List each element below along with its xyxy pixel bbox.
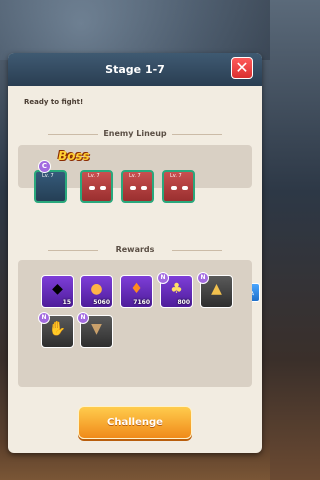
boss-label: Boss <box>58 149 90 163</box>
reward-qty: 5060 <box>93 299 110 306</box>
enemy-slot[interactable]: Lv. 7 <box>121 170 154 203</box>
enemy-level: Lv. 7 <box>42 173 54 179</box>
reward-item[interactable]: ◆ 15 <box>41 275 74 308</box>
reward-qty: 800 <box>177 299 190 306</box>
enemy-eye-icon <box>141 186 147 190</box>
potion-icon: ♣ <box>170 281 183 297</box>
enemy-eye-icon <box>89 186 95 190</box>
stage-modal: Stage 1-7 ✕ Ready to fight! Enemy Lineup… <box>8 53 262 453</box>
close-button[interactable]: ✕ <box>231 57 253 79</box>
enemy-level: Lv. 7 <box>170 173 182 179</box>
gauntlet-icon: ✋ <box>48 321 67 337</box>
reward-item[interactable]: ● 5060 <box>80 275 113 308</box>
enemy-slot[interactable]: Lv. 7 <box>162 170 195 203</box>
boss-class-badge: C <box>38 160 51 173</box>
enemy-eye-icon <box>171 186 177 190</box>
enemy-slot[interactable]: Lv. 7 <box>80 170 113 203</box>
reward-qty: 7160 <box>133 299 150 306</box>
map-icon: ▲ <box>211 281 222 297</box>
challenge-button[interactable]: Challenge <box>78 406 192 439</box>
crystal-icon: ◆ <box>52 281 63 297</box>
coin-icon: ● <box>90 281 103 297</box>
enemy-slot-boss[interactable]: Lv. 7 <box>34 170 67 203</box>
enemy-eye-icon <box>182 186 188 190</box>
enemy-eye-icon <box>100 186 106 190</box>
reward-qty: 15 <box>62 299 71 306</box>
status-text: Ready to fight! <box>24 98 84 106</box>
close-icon: ✕ <box>235 58 249 77</box>
background-top <box>0 0 270 60</box>
enemy-level: Lv. 7 <box>88 173 100 179</box>
reward-item[interactable]: N ▲ <box>197 272 233 308</box>
reward-item[interactable]: N ▼ <box>77 312 113 348</box>
enemy-lineup-title: Enemy Lineup <box>8 129 262 138</box>
modal-title: Stage 1-7 <box>105 63 165 76</box>
rewards-title: Rewards <box>8 245 262 254</box>
flame-icon: ♦ <box>130 281 143 297</box>
reward-item[interactable]: ♦ 7160 <box>120 275 153 308</box>
reward-item[interactable]: N ♣ 800 <box>157 272 193 308</box>
reward-item[interactable]: N ✋ <box>38 312 74 348</box>
enemy-eye-icon <box>130 186 136 190</box>
boot-icon: ▼ <box>91 321 102 337</box>
enemy-level: Lv. 7 <box>129 173 141 179</box>
